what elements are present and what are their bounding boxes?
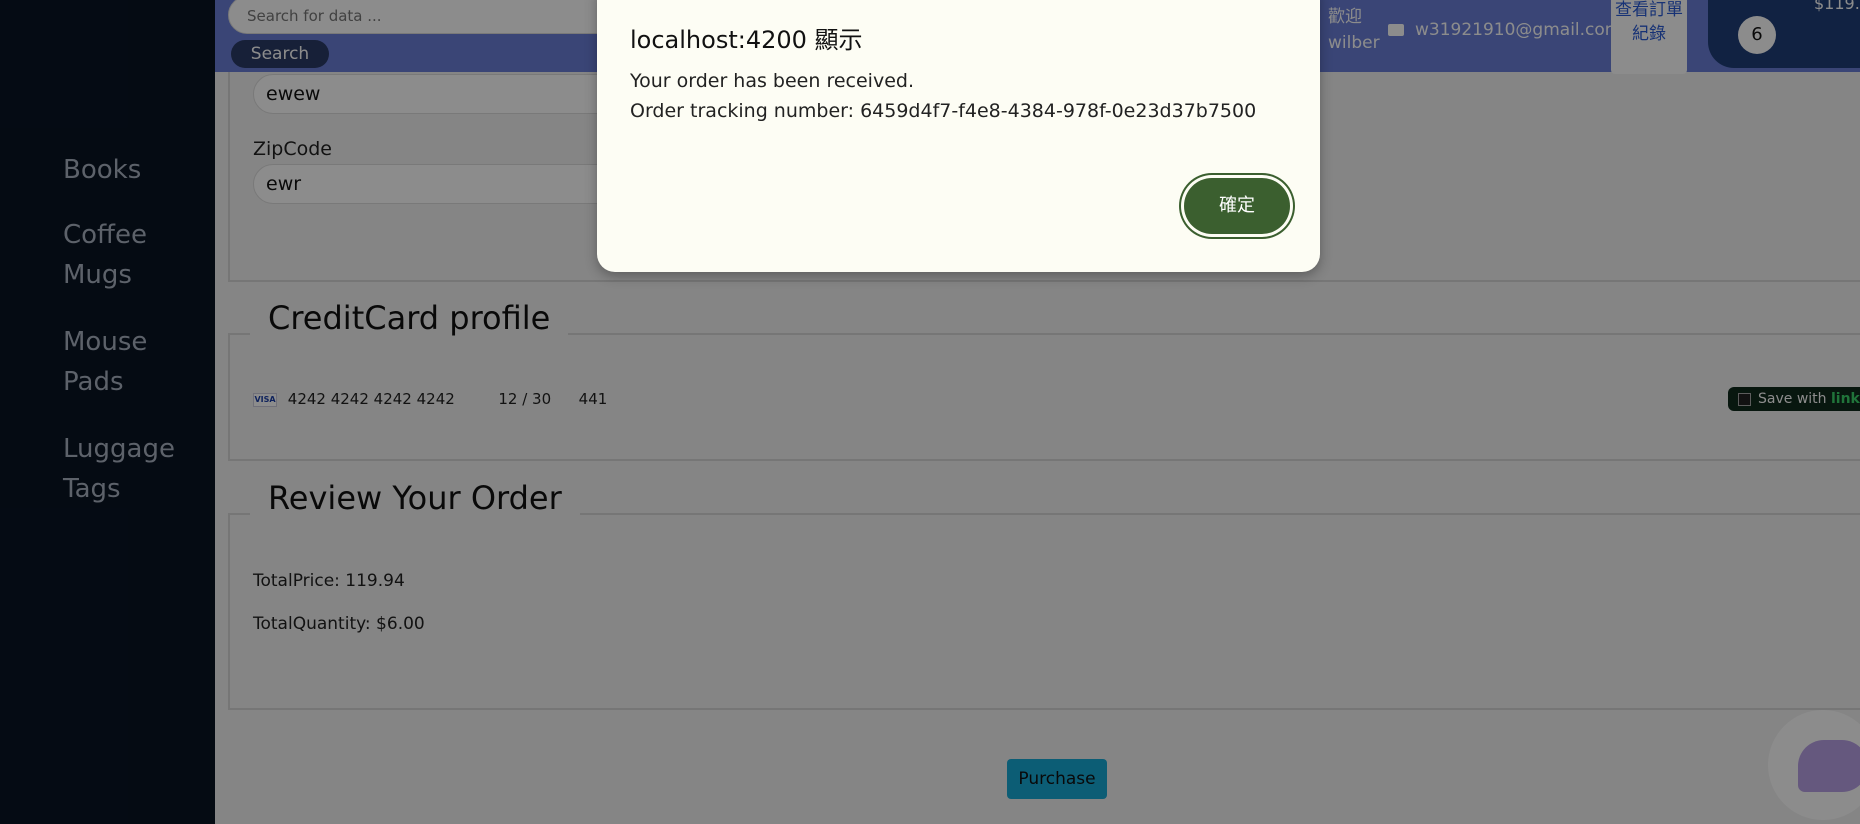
alert-dialog: localhost:4200 顯示 Your order has been re… <box>597 0 1320 272</box>
dialog-message: Your order has been received. <box>630 70 914 92</box>
dialog-tracking-number: Order tracking number: 6459d4f7-f4e8-438… <box>630 100 1257 122</box>
ok-button[interactable]: 確定 <box>1184 178 1290 234</box>
dialog-title: localhost:4200 顯示 <box>630 26 863 54</box>
